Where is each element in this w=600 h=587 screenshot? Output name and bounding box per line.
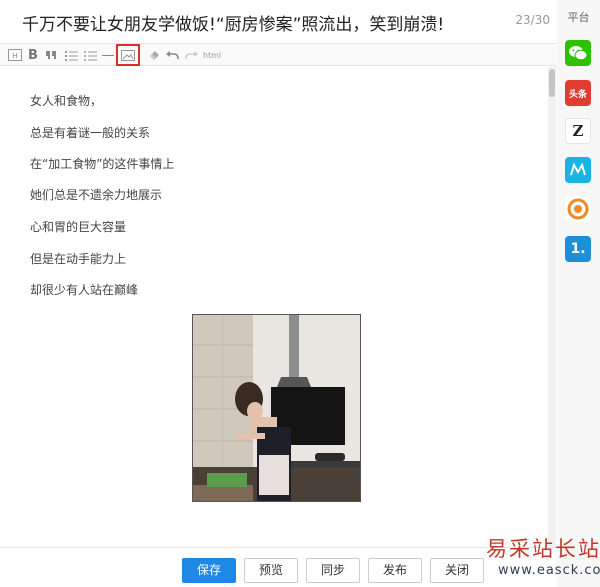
quote-icon[interactable] xyxy=(45,47,57,63)
eraser-icon[interactable] xyxy=(148,47,160,63)
toutiao-icon[interactable]: 头条 xyxy=(565,80,591,106)
heading-icon[interactable]: H xyxy=(8,47,22,63)
paragraph: 但是在动手能力上 xyxy=(30,252,127,266)
title-bar: 千万不要让女朋友学做饭!“厨房惨案”照流出，笑到崩溃! 23/30 xyxy=(0,0,556,44)
toutiao-label: 头条 xyxy=(568,89,587,100)
paragraph: 在“加工食物”的这件事情上 xyxy=(30,157,175,171)
paragraph: 总是有着谜一般的关系 xyxy=(30,126,151,140)
article-title-input[interactable]: 千万不要让女朋友学做饭!“厨房惨案”照流出，笑到崩溃! xyxy=(22,10,444,35)
unordered-list-icon[interactable] xyxy=(83,47,97,63)
editor-content[interactable]: 女人和食物， 总是有着谜一般的关系 在“加工食物”的这件事情上 她们总是不遗余力… xyxy=(0,67,548,547)
platform-o-icon[interactable] xyxy=(565,196,591,222)
preview-button[interactable]: 预览 xyxy=(244,558,298,583)
editor-panel: 千万不要让女朋友学做饭!“厨房惨案”照流出，笑到崩溃! 23/30 H B ht… xyxy=(0,0,556,587)
undo-icon[interactable] xyxy=(166,47,179,63)
paragraph: 女人和食物， xyxy=(30,94,103,108)
yidian-label: 1. xyxy=(570,241,586,257)
format-toolbar: H B html xyxy=(0,44,556,66)
svg-text:H: H xyxy=(12,52,17,60)
image-icon xyxy=(121,49,135,61)
publish-button[interactable]: 发布 xyxy=(368,558,422,583)
ordered-list-icon[interactable] xyxy=(64,47,78,63)
kitchen-photo[interactable] xyxy=(192,314,361,502)
wechat-icon[interactable] xyxy=(565,40,591,66)
sync-button[interactable]: 同步 xyxy=(306,558,360,583)
horizontal-rule-icon[interactable] xyxy=(102,47,114,63)
zaker-label: Z xyxy=(572,122,584,140)
save-button[interactable]: 保存 xyxy=(182,558,236,583)
content-scrollbar[interactable] xyxy=(548,67,556,547)
platform-m-icon[interactable] xyxy=(565,157,591,183)
yidian-icon[interactable]: 1. xyxy=(565,236,591,262)
site-watermark: 易采站长站 www.easck.com xyxy=(480,530,600,587)
platform-sidebar: 平台 头条 Z 1. xyxy=(557,0,600,587)
footer-bar: 保存 预览 同步 发布 关闭 xyxy=(0,547,556,587)
paragraph: 她们总是不遗余力地展示 xyxy=(30,188,163,202)
bold-icon[interactable]: B xyxy=(27,47,39,63)
paragraph: 心和胃的巨大容量 xyxy=(30,220,127,234)
image-button[interactable] xyxy=(116,44,140,66)
html-source-button[interactable]: html xyxy=(203,47,221,63)
sidebar-title: 平台 xyxy=(567,11,590,24)
zaker-icon[interactable]: Z xyxy=(565,118,591,144)
paragraph: 却很少有人站在巅峰 xyxy=(30,283,139,297)
close-button[interactable]: 关闭 xyxy=(430,558,484,583)
watermark-text: 易采站长站 xyxy=(486,537,600,561)
scrollbar-thumb[interactable] xyxy=(549,69,555,97)
title-char-count: 23/30 xyxy=(515,13,550,27)
watermark-url: www.easck.com xyxy=(498,563,600,578)
redo-icon[interactable] xyxy=(185,47,198,63)
